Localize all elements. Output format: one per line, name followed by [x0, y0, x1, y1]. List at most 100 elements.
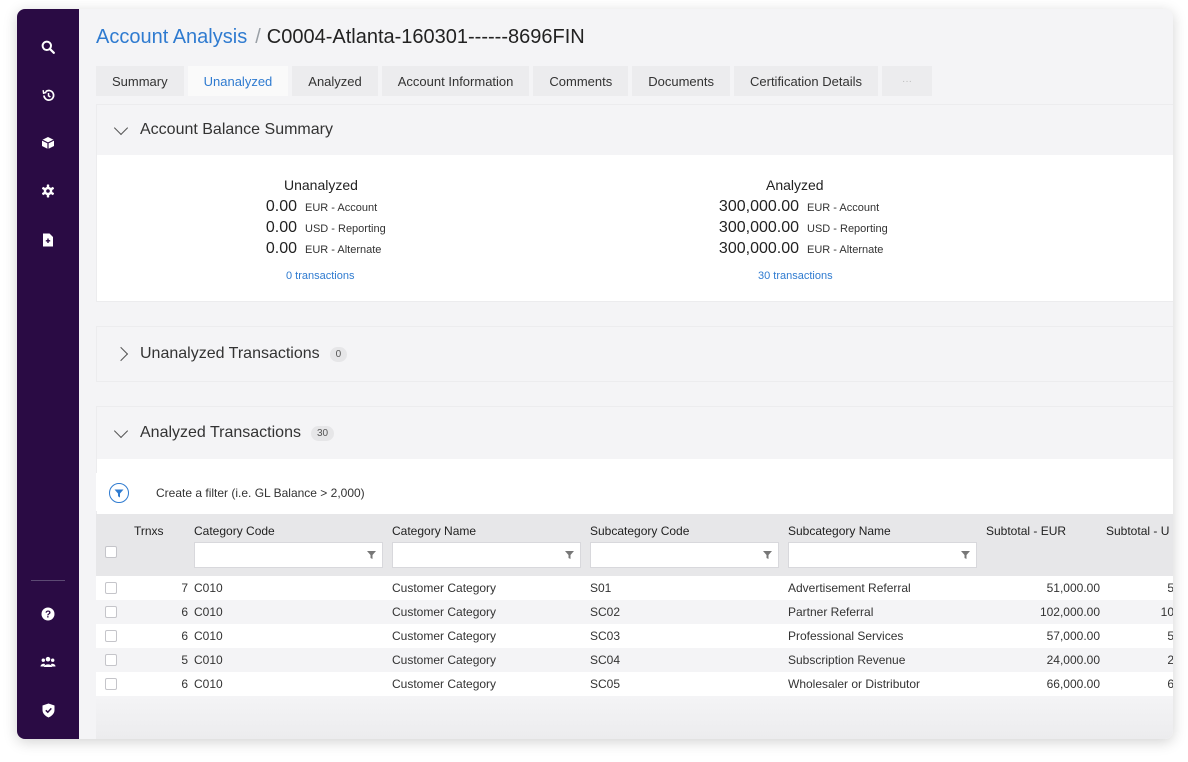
cell-subcategory-code: S01: [590, 581, 612, 595]
balance-value: 300,000.00: [718, 240, 799, 257]
unanalyzed-transactions-card: Unanalyzed Transactions 0: [96, 326, 1173, 382]
section-title: Unanalyzed Transactions: [140, 345, 320, 362]
unanalyzed-transactions-header[interactable]: Unanalyzed Transactions 0: [97, 327, 1173, 381]
table-row[interactable]: 6 C010 Customer Category SC02 Partner Re…: [96, 600, 1173, 624]
column-header-trnxs[interactable]: Trnxs: [134, 524, 164, 538]
tab-analyzed[interactable]: Analyzed: [292, 66, 378, 96]
subcategory-name-filter-input[interactable]: [788, 542, 977, 568]
balance-value: 300,000.00: [718, 198, 799, 215]
analyzed-transactions-header[interactable]: Analyzed Transactions 30: [97, 407, 1173, 459]
balance-unit: EUR - Account: [807, 202, 880, 214]
cell-category-name: Customer Category: [392, 653, 497, 667]
unanalyzed-title: Unanalyzed: [284, 177, 358, 193]
row-checkbox[interactable]: [105, 678, 117, 690]
chevron-down-icon: [113, 120, 129, 135]
category-name-filter-input[interactable]: [392, 542, 581, 568]
column-header-subcategory-name[interactable]: Subcategory Name: [788, 524, 891, 538]
funnel-icon[interactable]: [565, 551, 574, 559]
row-checkbox[interactable]: [105, 630, 117, 642]
tab-account-information[interactable]: Account Information: [381, 66, 530, 96]
cell-subtotal-eur: 102,000.00: [1039, 605, 1100, 619]
filter-bar: Create a filter (i.e. GL Balance > 2,000…: [96, 473, 1173, 511]
column-header-category-code[interactable]: Category Code: [194, 524, 275, 538]
cell-trnxs: 6: [181, 629, 188, 643]
grid-body: 7 C010 Customer Category S01 Advertiseme…: [96, 576, 1173, 696]
cube-icon[interactable]: [36, 131, 60, 155]
table-row[interactable]: 5 C010 Customer Category SC04 Subscripti…: [96, 648, 1173, 672]
funnel-icon[interactable]: [367, 551, 376, 559]
cell-subtotal-u: 6: [1167, 677, 1173, 691]
cell-subcategory-name: Professional Services: [788, 629, 904, 643]
count-badge: 30: [310, 425, 335, 441]
balance-unit: EUR - Account: [305, 202, 378, 214]
column-header-category-name[interactable]: Category Name: [392, 524, 476, 538]
subcategory-code-filter-input[interactable]: [590, 542, 779, 568]
section-title: Account Balance Summary: [140, 121, 333, 138]
history-icon[interactable]: [36, 83, 60, 107]
cell-subcategory-code: SC03: [590, 629, 621, 643]
filter-input[interactable]: Create a filter (i.e. GL Balance > 2,000…: [156, 486, 365, 500]
cell-category-code: C010: [194, 581, 223, 595]
help-icon[interactable]: ?: [36, 602, 60, 626]
row-checkbox[interactable]: [105, 582, 117, 594]
breadcrumb-root-link[interactable]: Account Analysis: [96, 26, 247, 48]
analyzed-transactions-link[interactable]: 30 transactions: [758, 270, 833, 282]
column-header-subtotal-eur[interactable]: Subtotal - EUR: [986, 524, 1066, 538]
balance-value: 0.00: [265, 219, 297, 236]
tab-certification-details[interactable]: Certification Details: [734, 66, 878, 96]
funnel-icon[interactable]: [763, 551, 772, 559]
funnel-icon[interactable]: [961, 551, 970, 559]
balance-unit: USD - Reporting: [305, 223, 386, 235]
shield-icon[interactable]: [36, 698, 60, 722]
svg-text:?: ?: [45, 610, 51, 621]
row-checkbox[interactable]: [105, 654, 117, 666]
row-checkbox[interactable]: [105, 606, 117, 618]
tab-summary[interactable]: Summary: [96, 66, 184, 96]
column-header-subcategory-code[interactable]: Subcategory Code: [590, 524, 689, 538]
cell-trnxs: 5: [181, 653, 188, 667]
unanalyzed-transactions-link[interactable]: 0 transactions: [286, 270, 354, 282]
category-code-filter-input[interactable]: [194, 542, 383, 568]
cell-subtotal-eur: 57,000.00: [1046, 629, 1100, 643]
cell-subtotal-u: 5: [1167, 629, 1173, 643]
users-icon[interactable]: [36, 650, 60, 674]
cell-category-name: Customer Category: [392, 629, 497, 643]
analyzed-row: 300,000.00 EUR - Alternate: [695, 240, 884, 258]
table-row[interactable]: 6 C010 Customer Category SC03 Profession…: [96, 624, 1173, 648]
cell-category-name: Customer Category: [392, 677, 497, 691]
document-icon[interactable]: [36, 228, 60, 252]
tab-more[interactable]: ···: [882, 66, 932, 96]
cell-category-name: Customer Category: [392, 605, 497, 619]
tab-comments[interactable]: Comments: [533, 66, 629, 96]
cell-category-code: C010: [194, 653, 223, 667]
analyzed-row: 300,000.00 USD - Reporting: [695, 219, 888, 237]
grid-empty-area: [96, 696, 1173, 739]
cell-subtotal-u: 5: [1167, 581, 1173, 595]
unanalyzed-row: 0.00 USD - Reporting: [247, 219, 386, 237]
sidebar-divider: [31, 580, 65, 581]
table-row[interactable]: 7 C010 Customer Category S01 Advertiseme…: [96, 576, 1173, 600]
search-icon[interactable]: [36, 35, 60, 59]
grid-header: Trnxs Category Code Category Name Subcat…: [96, 514, 1173, 576]
column-header-subtotal-u[interactable]: Subtotal - U: [1106, 524, 1169, 538]
filter-icon[interactable]: [109, 483, 129, 503]
cell-category-code: C010: [194, 605, 223, 619]
tab-documents[interactable]: Documents: [632, 66, 730, 96]
analyzed-row: 300,000.00 EUR - Account: [695, 198, 879, 216]
tab-unanalyzed[interactable]: Unanalyzed: [187, 66, 289, 96]
account-balance-summary-card: Account Balance Summary Unanalyzed 0.00 E…: [96, 104, 1173, 302]
cell-subtotal-eur: 24,000.00: [1046, 653, 1100, 667]
count-badge: 0: [329, 346, 348, 362]
table-row[interactable]: 6 C010 Customer Category SC05 Wholesaler…: [96, 672, 1173, 696]
account-balance-summary-header[interactable]: Account Balance Summary: [97, 105, 1173, 155]
unanalyzed-row: 0.00 EUR - Alternate: [247, 240, 382, 258]
cell-subcategory-name: Subscription Revenue: [788, 653, 906, 667]
chevron-down-icon: [113, 423, 129, 438]
select-all-checkbox[interactable]: [105, 546, 117, 558]
cell-subcategory-name: Advertisement Referral: [788, 581, 911, 595]
gear-icon[interactable]: [36, 179, 60, 203]
section-title: Analyzed Transactions: [140, 424, 301, 441]
cell-category-name: Customer Category: [392, 581, 497, 595]
analyzed-title: Analyzed: [766, 177, 824, 193]
balance-value: 0.00: [265, 198, 297, 215]
